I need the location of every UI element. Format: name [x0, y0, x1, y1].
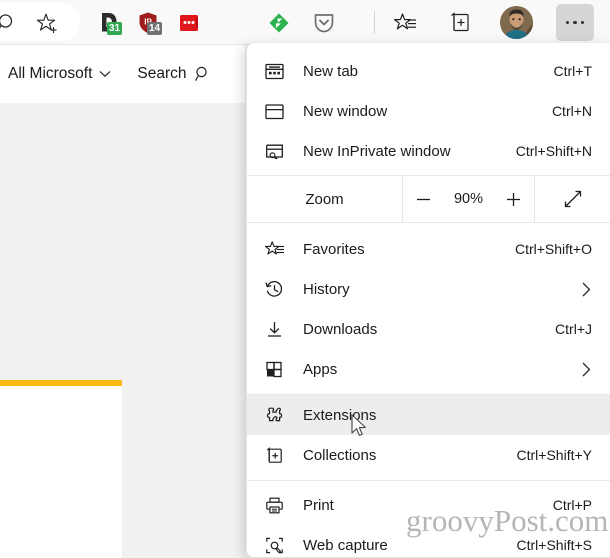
- collections-button[interactable]: [443, 6, 477, 40]
- menu-item-shortcut: Ctrl+T: [553, 63, 593, 79]
- search-icon-button[interactable]: [0, 6, 24, 40]
- chevron-down-icon: [99, 71, 111, 78]
- zoom-label: Zoom: [305, 190, 344, 208]
- history-icon: [265, 279, 291, 299]
- new-tab-icon: [265, 61, 291, 81]
- settings-and-more-menu: New tab Ctrl+T New window Ctrl+N New InP…: [246, 43, 610, 558]
- all-microsoft-label: All Microsoft: [8, 65, 93, 82]
- menu-item-label: Collections: [303, 446, 377, 464]
- menu-zoom-row: Zoom 90%: [247, 176, 610, 222]
- favorites-icon: [394, 13, 416, 30]
- extension-badge-count: 14: [147, 22, 162, 35]
- menu-item-history[interactable]: History: [247, 269, 610, 309]
- new-window-icon: [265, 101, 291, 121]
- menu-item-label: New tab: [303, 62, 359, 80]
- site-search-button[interactable]: Search: [137, 65, 210, 83]
- menu-item-label: Extensions: [303, 406, 377, 424]
- menu-item-collections[interactable]: Collections Ctrl+Shift+Y: [247, 435, 610, 475]
- menu-item-label: History: [303, 280, 350, 298]
- browser-toolbar: 31 IP 14: [0, 0, 610, 45]
- page-content-card: [0, 386, 122, 558]
- menu-item-apps[interactable]: Apps: [247, 349, 610, 389]
- extension-badge-count: 31: [107, 22, 122, 35]
- menu-item-new-window[interactable]: New window Ctrl+N: [247, 91, 610, 131]
- favorites-icon: [265, 239, 291, 259]
- settings-and-more-button[interactable]: [556, 4, 594, 41]
- extension-button-red-dots[interactable]: [172, 6, 206, 40]
- red-square-icon: [180, 15, 198, 31]
- menu-item-shortcut: Ctrl+P: [552, 497, 592, 513]
- page-accent-bar: [0, 380, 122, 386]
- menu-item-shortcut: Ctrl+Shift+Y: [516, 447, 592, 463]
- feedly-icon: [269, 13, 289, 33]
- avatar: [500, 6, 533, 39]
- collections-icon: [451, 12, 469, 32]
- toolbar-divider: [374, 11, 375, 34]
- minus-icon: [416, 198, 430, 200]
- menu-item-downloads[interactable]: Downloads Ctrl+J: [247, 309, 610, 349]
- favorites-button[interactable]: [389, 6, 423, 40]
- pocket-icon: [314, 14, 334, 33]
- menu-item-new-inprivate-window[interactable]: New InPrivate window Ctrl+Shift+N: [247, 131, 610, 171]
- menu-item-print[interactable]: Print Ctrl+P: [247, 485, 610, 525]
- fullscreen-button[interactable]: [535, 176, 610, 222]
- browser-window: All Microsoft Search 31 14 New tab Ctrl+…: [0, 0, 610, 558]
- menu-item-label: Print: [303, 496, 334, 514]
- menu-item-favorites[interactable]: Favorites Ctrl+Shift+O: [247, 229, 610, 269]
- web-capture-icon: [265, 535, 291, 555]
- menu-item-shortcut: Ctrl+Shift+O: [514, 241, 592, 257]
- plus-icon: [507, 192, 521, 206]
- profile-avatar[interactable]: [500, 6, 533, 39]
- all-microsoft-dropdown[interactable]: All Microsoft: [8, 65, 111, 83]
- zoom-in-button[interactable]: [500, 185, 528, 213]
- menu-item-shortcut: Ctrl+N: [551, 103, 592, 119]
- menu-item-web-capture[interactable]: Web capture Ctrl+Shift+S: [247, 525, 610, 557]
- chevron-right-icon: [581, 281, 592, 298]
- menu-item-label: Apps: [303, 360, 338, 378]
- more-dots-icon: [565, 20, 585, 25]
- fullscreen-icon: [564, 190, 581, 208]
- inprivate-icon: [265, 141, 291, 161]
- menu-item-label: New window: [303, 102, 388, 120]
- search-icon: [194, 66, 207, 81]
- add-favorite-button[interactable]: [31, 6, 65, 40]
- downloads-icon: [265, 319, 291, 339]
- zoom-controls: 90%: [402, 176, 535, 222]
- extension-button-pocket[interactable]: [307, 6, 341, 40]
- extensions-icon: [265, 405, 291, 425]
- zoom-out-button[interactable]: [409, 185, 437, 213]
- extension-button-todoist[interactable]: 31: [91, 6, 125, 40]
- menu-item-label: Web capture: [303, 536, 388, 554]
- site-search-label: Search: [137, 65, 187, 82]
- search-icon: [0, 13, 12, 28]
- zoom-level-value: 90%: [453, 191, 483, 207]
- apps-icon: [265, 359, 291, 379]
- collections-icon: [265, 445, 291, 465]
- extension-button-feedly[interactable]: [262, 6, 296, 40]
- menu-item-label: New InPrivate window: [303, 142, 451, 160]
- menu-item-label: Favorites: [303, 240, 365, 258]
- extension-button-adblock[interactable]: IP 14: [131, 6, 165, 40]
- menu-item-shortcut: Ctrl+J: [555, 321, 592, 337]
- chevron-right-icon: [581, 361, 592, 378]
- print-icon: [265, 495, 291, 515]
- menu-item-shortcut: Ctrl+Shift+N: [515, 143, 592, 159]
- menu-item-new-tab[interactable]: New tab Ctrl+T: [247, 51, 610, 91]
- site-header-strip: All Microsoft Search: [0, 45, 245, 103]
- menu-item-extensions[interactable]: Extensions: [247, 395, 610, 435]
- menu-item-shortcut: Ctrl+Shift+S: [516, 537, 592, 553]
- menu-item-label: Downloads: [303, 320, 378, 338]
- add-favorite-icon: [36, 13, 57, 33]
